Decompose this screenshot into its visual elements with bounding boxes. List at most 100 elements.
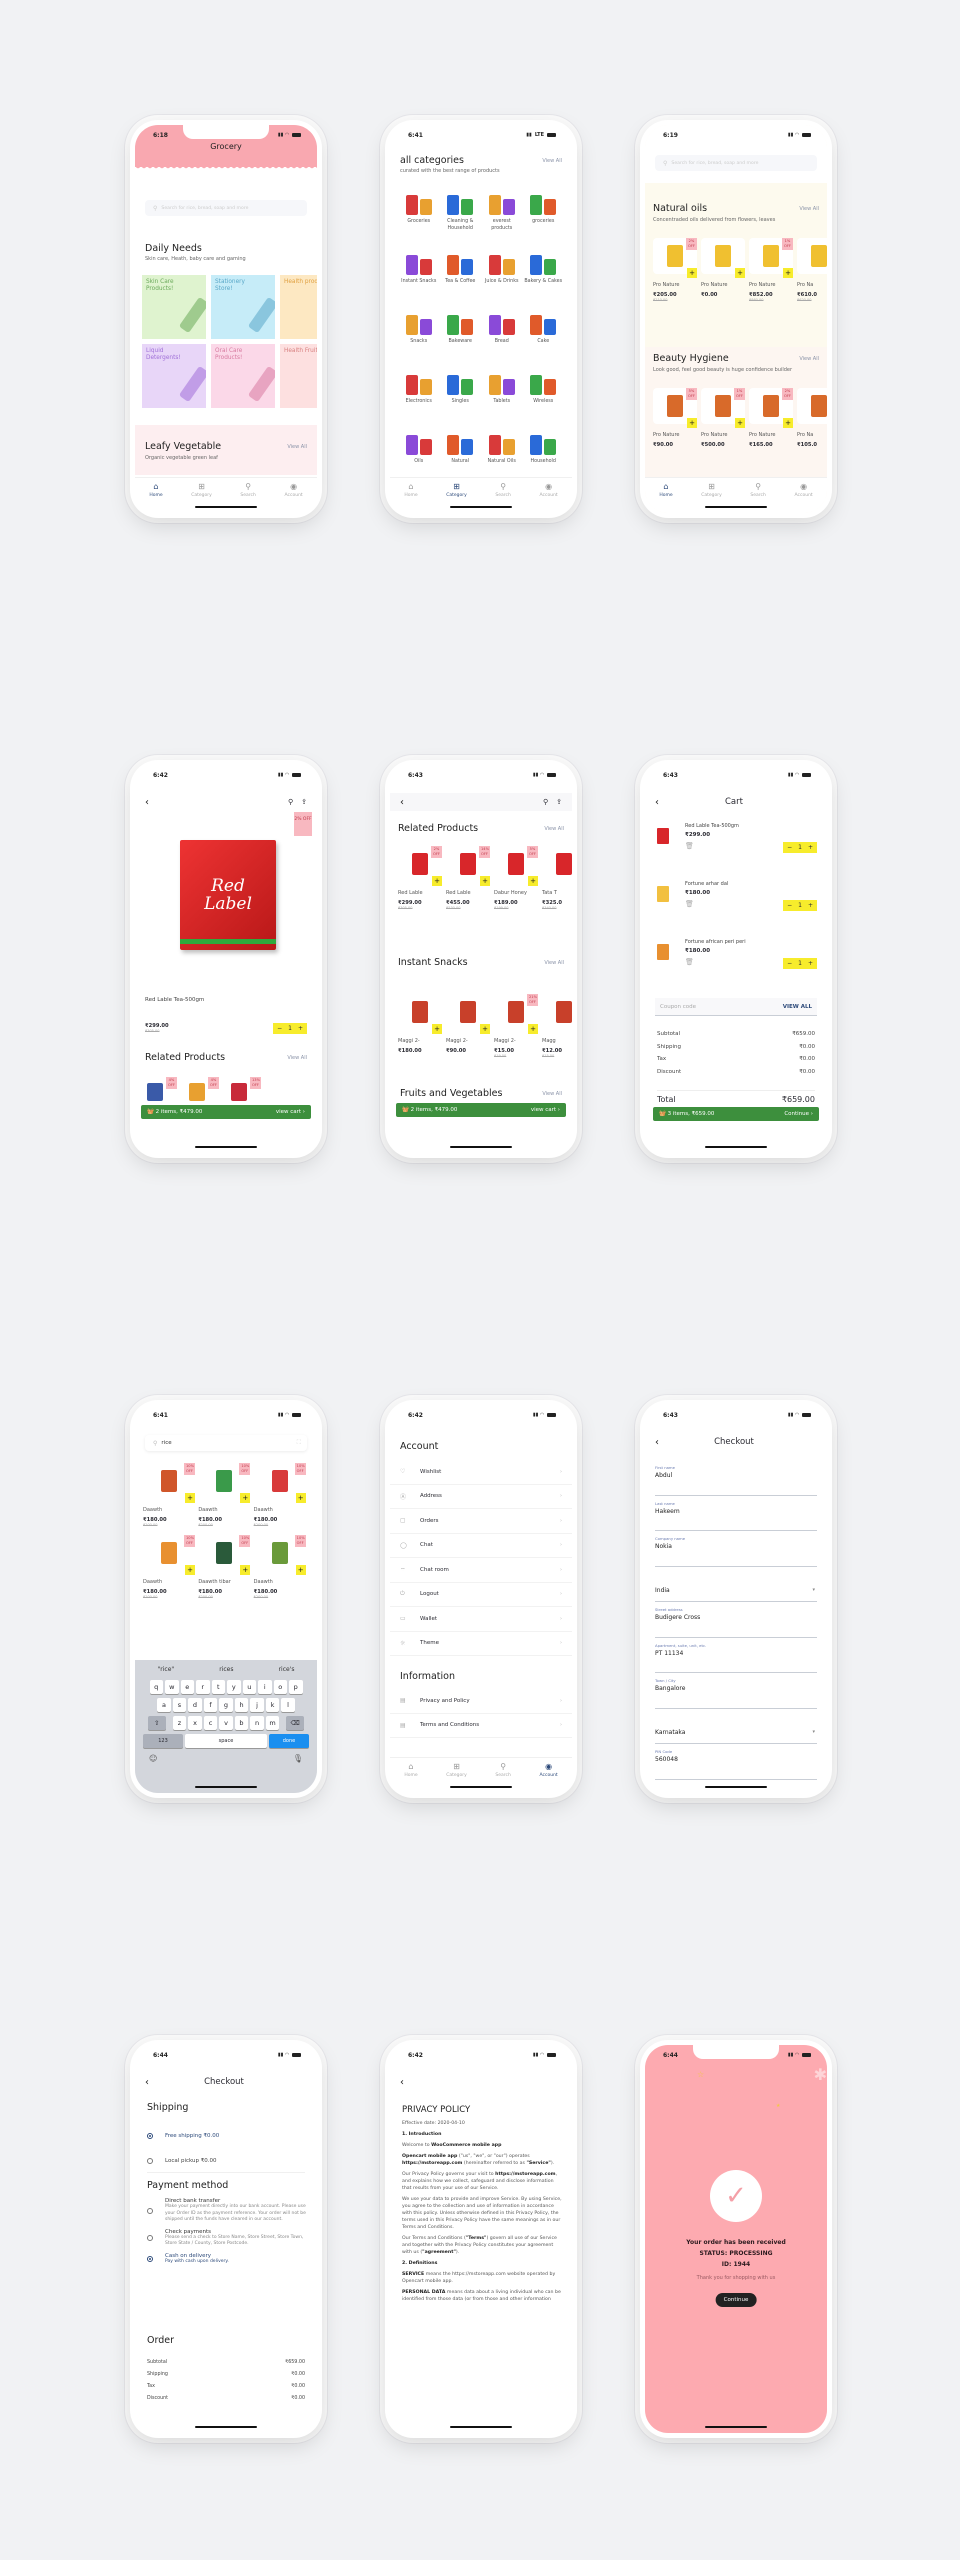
key-r[interactable]: r xyxy=(196,1680,210,1694)
product-card[interactable]: 10% OFF + Daawth ₹180.00 ₹200.00 xyxy=(198,1463,251,1527)
view-all-link[interactable]: View All xyxy=(542,1091,562,1097)
category-item[interactable]: Instant Snacks xyxy=(398,251,440,301)
menu-item-chat[interactable]: ◯ Chat › xyxy=(390,1534,572,1558)
text-field[interactable]: Last name Hakeem xyxy=(655,1496,817,1531)
category-item[interactable]: Bakeware xyxy=(440,311,482,361)
key-t[interactable]: t xyxy=(211,1680,225,1694)
category-tile[interactable]: Liquid Detergents! xyxy=(142,344,206,408)
view-all-link[interactable]: View All xyxy=(287,444,307,450)
share-icon[interactable]: ⇪ xyxy=(301,798,307,806)
add-to-cart-button[interactable]: + xyxy=(432,1024,442,1034)
radio-button[interactable] xyxy=(147,2207,153,2214)
numbers-key[interactable]: 123 xyxy=(143,1734,183,1748)
product-card[interactable]: + Pro Nature ₹0.00 xyxy=(701,238,745,302)
menu-item-chat-room[interactable]: ⌔ Chat room › xyxy=(390,1558,572,1583)
menu-item-address[interactable]: Ⓐ Address › xyxy=(390,1485,572,1509)
key-p[interactable]: p xyxy=(289,1680,303,1694)
key-u[interactable]: u xyxy=(242,1680,256,1694)
product-card[interactable]: 1% OFF + Pro Nature ₹500.00 xyxy=(701,388,745,448)
select-field[interactable]: India ▾ xyxy=(655,1567,817,1602)
payment-option[interactable]: Cash on delivery Pay with cash upon deliv… xyxy=(147,2253,307,2266)
related-product[interactable]: 4% OFF xyxy=(189,1077,219,1101)
key-l[interactable]: l xyxy=(281,1698,295,1712)
category-item[interactable]: Household xyxy=(523,431,565,481)
key-e[interactable]: e xyxy=(180,1680,194,1694)
plus-button[interactable]: + xyxy=(808,960,813,967)
category-item[interactable]: groceries xyxy=(523,191,565,241)
tab-search[interactable]: ⚲ Search xyxy=(495,1763,510,1793)
key-k[interactable]: k xyxy=(265,1698,280,1712)
search-bar[interactable]: ⚲ Search for rice, bread, soap and more xyxy=(655,155,817,171)
category-item[interactable]: Natural xyxy=(440,431,482,481)
tab-category[interactable]: ⊞ Category xyxy=(446,1763,467,1793)
product-card[interactable]: 10% OFF + Daawth ₹180.00 ₹200.00 xyxy=(143,1535,195,1599)
coupon-field[interactable]: Coupon code VIEW ALL xyxy=(655,998,817,1016)
back-button[interactable]: ‹ xyxy=(655,797,659,808)
product-card[interactable]: 10% OFF + Daawth ₹180.00 ₹200.00 xyxy=(253,1463,306,1527)
microphone-icon[interactable]: 🎙 xyxy=(293,1754,303,1763)
radio-button[interactable] xyxy=(147,2132,153,2139)
menu-item-logout[interactable]: ⏻ Logout › xyxy=(390,1583,572,1607)
view-all-link[interactable]: View All xyxy=(544,960,564,966)
category-item[interactable]: Tea & Coffee xyxy=(440,251,482,301)
back-button[interactable]: ‹ xyxy=(400,797,404,808)
text-field[interactable]: Street address Budigere Cross xyxy=(655,1602,817,1638)
select-field[interactable]: Karnataka ▾ xyxy=(655,1709,817,1744)
key-a[interactable]: a xyxy=(157,1698,171,1712)
product-card[interactable]: 10% OFF + Daawth tibar ₹180.00 ₹200.00 xyxy=(198,1535,251,1599)
product-card[interactable]: +Magg₹12.00₹15.00 xyxy=(542,994,572,1058)
key-v[interactable]: v xyxy=(219,1716,233,1730)
category-tile[interactable]: Health Fruits! xyxy=(280,344,317,408)
category-item[interactable]: Electronics xyxy=(398,371,440,421)
product-card[interactable]: 2% OFF + Red Lable ₹299.00 ₹305.00 xyxy=(398,846,442,910)
search-input[interactable]: ⚲ rice ⛶ xyxy=(145,1435,307,1451)
tab-account[interactable]: ◉ Account xyxy=(285,483,303,513)
add-to-cart-button[interactable]: + xyxy=(185,1565,195,1575)
key-c[interactable]: c xyxy=(203,1716,218,1730)
view-all-link[interactable]: View All xyxy=(287,1055,307,1061)
tab-home[interactable]: ⌂ Home xyxy=(404,1763,417,1793)
shipping-option[interactable]: Local pickup ₹0.00 xyxy=(147,2148,307,2173)
done-key[interactable]: done xyxy=(269,1734,309,1748)
minus-button[interactable]: − xyxy=(787,844,792,851)
tab-home[interactable]: ⌂ Home xyxy=(659,483,672,513)
plus-button[interactable]: + xyxy=(298,1025,303,1032)
category-item[interactable]: Tablets xyxy=(481,371,523,421)
key-s[interactable]: s xyxy=(172,1698,187,1712)
tab-category[interactable]: ⊞ Category xyxy=(446,483,467,513)
category-item[interactable]: Singles xyxy=(440,371,482,421)
plus-button[interactable]: + xyxy=(808,844,813,851)
tab-search[interactable]: ⚲ Search xyxy=(240,483,255,513)
add-to-cart-button[interactable]: + xyxy=(528,1024,538,1034)
tab-account[interactable]: ◉ Account xyxy=(540,1763,558,1793)
add-to-cart-button[interactable]: + xyxy=(240,1565,251,1575)
product-card[interactable]: 5% OFF + Dabur Honey ₹189.00 ₹199.00 xyxy=(494,846,538,910)
key-n[interactable]: n xyxy=(250,1716,264,1730)
category-tile[interactable]: Stationery Store! xyxy=(211,275,275,339)
add-to-cart-button[interactable]: + xyxy=(735,418,745,428)
trash-icon[interactable]: 🗑 xyxy=(685,900,694,908)
tab-search[interactable]: ⚲ Search xyxy=(495,483,510,513)
key-m[interactable]: m xyxy=(265,1716,280,1730)
key-z[interactable]: z xyxy=(172,1716,187,1730)
category-item[interactable]: Bread xyxy=(481,311,523,361)
minus-button[interactable]: − xyxy=(277,1025,282,1032)
view-all-link[interactable]: View All xyxy=(542,158,562,164)
view-all-link[interactable]: View All xyxy=(799,356,819,362)
key-b[interactable]: b xyxy=(234,1716,249,1730)
product-card[interactable]: 2% OFF + Pro Nature ₹205.00 ₹210.00 xyxy=(653,238,697,302)
menu-item-wishlist[interactable]: ♡ Wishlist › xyxy=(390,1460,572,1485)
add-to-cart-button[interactable]: + xyxy=(295,1565,306,1575)
add-to-cart-button[interactable]: + xyxy=(687,268,697,278)
text-field[interactable]: PIN Code 560048 xyxy=(655,1744,817,1780)
category-item[interactable]: Snacks xyxy=(398,311,440,361)
product-card[interactable]: + Maggi 2- ₹180.00 xyxy=(398,994,442,1058)
add-to-cart-button[interactable]: + xyxy=(735,268,745,278)
view-cart-button[interactable]: view cart › xyxy=(276,1109,305,1115)
quantity-stepper[interactable]: −1 + xyxy=(273,1023,307,1034)
key-d[interactable]: d xyxy=(188,1698,202,1712)
add-to-cart-button[interactable]: + xyxy=(480,1024,490,1034)
key-g[interactable]: g xyxy=(219,1698,233,1712)
text-field[interactable]: Company name Nokia xyxy=(655,1531,817,1567)
menu-item-privacy-and-policy[interactable]: ▤ Privacy and Policy › xyxy=(390,1689,572,1714)
